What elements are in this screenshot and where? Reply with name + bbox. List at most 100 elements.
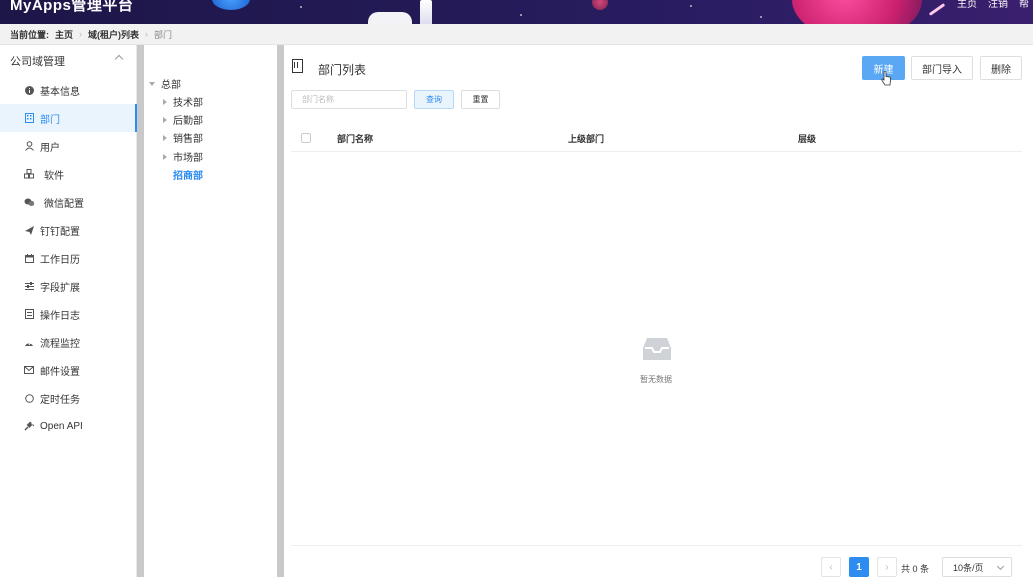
department-name-input[interactable]: 部门名称 bbox=[291, 90, 407, 109]
caret-right-icon bbox=[163, 134, 167, 141]
header-decoration bbox=[592, 0, 608, 10]
tree-node-root[interactable]: 总部 bbox=[149, 76, 181, 91]
sidebar-item-label: 字段扩展 bbox=[40, 282, 80, 294]
header-star bbox=[760, 16, 762, 18]
nav-home-link[interactable]: 主页 bbox=[957, 0, 977, 10]
sidebar-item-label: 工作日历 bbox=[40, 254, 80, 266]
inbox-icon bbox=[643, 338, 671, 360]
header-decoration bbox=[212, 0, 250, 10]
sidebar-section-header[interactable]: 公司域管理 bbox=[0, 45, 136, 76]
nav-logout-link[interactable]: 注销 bbox=[988, 0, 1008, 10]
sidebar-item-calendar[interactable]: 工作日历 bbox=[0, 244, 136, 272]
nav-help-link[interactable]: 帮 bbox=[1019, 0, 1029, 10]
tree-scrollbar[interactable] bbox=[277, 45, 284, 577]
sidebar-item-user[interactable]: 用户 bbox=[0, 132, 136, 160]
tree-node-label: 总部 bbox=[161, 80, 181, 91]
column-header-level[interactable]: 层级 bbox=[798, 132, 816, 145]
sidebar-item-label: 流程监控 bbox=[40, 338, 80, 350]
divider bbox=[291, 545, 1022, 546]
query-button[interactable]: 查询 bbox=[414, 90, 454, 109]
reset-button[interactable]: 重置 bbox=[461, 90, 500, 109]
breadcrumb-current: 部门 bbox=[154, 29, 173, 40]
circle-icon bbox=[24, 393, 34, 403]
tree-node[interactable]: 市场部 bbox=[163, 149, 203, 164]
sidebar-item-label: 钉钉配置 bbox=[40, 226, 80, 238]
tree-node[interactable]: 技术部 bbox=[163, 94, 203, 109]
pager-prev-button[interactable]: ‹ bbox=[821, 557, 841, 577]
pager-next-button[interactable]: › bbox=[877, 557, 897, 577]
dashboard-icon bbox=[24, 337, 34, 347]
header-decoration bbox=[928, 3, 946, 16]
sidebar-item-label: 邮件设置 bbox=[40, 366, 80, 378]
log-icon bbox=[24, 309, 34, 319]
wechat-icon bbox=[24, 197, 34, 207]
sidebar-item-process-monitor[interactable]: 流程监控 bbox=[0, 328, 136, 356]
sidebar: 公司域管理 基本信息 部门 用户 软件 微信配置 钉钉配置 工作日历 字段扩展 … bbox=[0, 45, 137, 577]
sidebar-item-label: 基本信息 bbox=[40, 86, 80, 98]
tree-node-label: 后勤部 bbox=[173, 116, 203, 127]
user-icon bbox=[24, 141, 34, 151]
breadcrumb-lead: 当前位置: bbox=[10, 29, 49, 40]
caret-right-icon bbox=[163, 153, 167, 160]
plane-icon bbox=[24, 225, 34, 235]
select-all-checkbox[interactable] bbox=[301, 133, 311, 143]
sidebar-item-basic-info[interactable]: 基本信息 bbox=[0, 76, 136, 104]
main-panel: 部门列表 新建 部门导入 删除 部门名称 查询 重置 部门名称 上级部门 层级 … bbox=[284, 45, 1033, 577]
column-header-name[interactable]: 部门名称 bbox=[337, 132, 373, 145]
caret-right-icon bbox=[163, 98, 167, 105]
sidebar-item-label: 定时任务 bbox=[40, 394, 80, 406]
sidebar-item-label: Open API bbox=[40, 420, 83, 432]
plug-icon bbox=[24, 421, 34, 431]
pager-total: 共 0 条 bbox=[901, 564, 930, 574]
sidebar-item-label: 部门 bbox=[40, 114, 60, 126]
building-icon bbox=[292, 59, 303, 73]
breadcrumb-tenant-list[interactable]: 域(租户)列表 bbox=[88, 28, 139, 41]
chevron-up-icon bbox=[114, 54, 124, 64]
calendar-icon bbox=[24, 253, 34, 263]
sidebar-item-dingtalk[interactable]: 钉钉配置 bbox=[0, 216, 136, 244]
sidebar-item-label: 用户 bbox=[40, 142, 60, 154]
breadcrumb-home[interactable]: 主页 bbox=[55, 28, 73, 41]
sidebar-item-software[interactable]: 软件 bbox=[0, 160, 136, 188]
column-header-parent[interactable]: 上级部门 bbox=[568, 132, 604, 145]
caret-right-icon bbox=[163, 116, 167, 123]
tree-node-selected[interactable]: 招商部 bbox=[173, 167, 203, 182]
sidebar-item-wechat[interactable]: 微信配置 bbox=[0, 188, 136, 216]
sidebar-item-label: 软件 bbox=[44, 170, 64, 182]
page-size-value: 10条/页 bbox=[953, 562, 984, 573]
pager-page-button[interactable]: 1 bbox=[849, 557, 869, 577]
sidebar-item-open-api[interactable]: Open API bbox=[0, 412, 136, 440]
import-department-button[interactable]: 部门导入 bbox=[911, 56, 973, 80]
tree-node-label: 销售部 bbox=[173, 134, 203, 145]
app-brand[interactable]: MyApps管理平台 bbox=[10, 0, 133, 15]
info-icon bbox=[24, 85, 34, 95]
header-star bbox=[300, 6, 302, 8]
sidebar-item-department[interactable]: 部门 bbox=[0, 104, 137, 132]
header-star bbox=[520, 14, 522, 16]
sidebar-item-scheduled-task[interactable]: 定时任务 bbox=[0, 384, 136, 412]
header-decoration bbox=[368, 12, 412, 24]
empty-state-text: 暂无数据 bbox=[640, 375, 672, 384]
tree-node[interactable]: 销售部 bbox=[163, 130, 203, 145]
header-decoration bbox=[420, 0, 432, 24]
sliders-icon bbox=[24, 281, 34, 291]
header-decoration bbox=[792, 0, 922, 24]
chevron-right-icon: › bbox=[145, 29, 149, 39]
building-icon bbox=[24, 113, 34, 123]
breadcrumb: 当前位置: 主页 › 域(租户)列表 › 部门 bbox=[0, 24, 1033, 45]
page-size-select[interactable]: 10条/页 bbox=[942, 557, 1012, 577]
delete-button[interactable]: 删除 bbox=[980, 56, 1022, 80]
tree-node-label: 技术部 bbox=[173, 98, 203, 109]
sidebar-item-label: 微信配置 bbox=[44, 198, 84, 210]
caret-down-icon bbox=[149, 81, 155, 86]
sidebar-item-field-extension[interactable]: 字段扩展 bbox=[0, 272, 136, 300]
chevron-right-icon: › bbox=[79, 29, 83, 39]
sidebar-scrollbar[interactable] bbox=[137, 45, 144, 577]
sidebar-item-mail-settings[interactable]: 邮件设置 bbox=[0, 356, 136, 384]
tree-node[interactable]: 后勤部 bbox=[163, 112, 203, 127]
sidebar-item-label: 操作日志 bbox=[40, 310, 80, 322]
page-title: 部门列表 bbox=[318, 63, 367, 77]
sidebar-item-operation-log[interactable]: 操作日志 bbox=[0, 300, 136, 328]
tree-node-label: 招商部 bbox=[173, 171, 203, 182]
department-tree: 总部 技术部 后勤部 销售部 市场部 招商部 bbox=[144, 45, 277, 577]
